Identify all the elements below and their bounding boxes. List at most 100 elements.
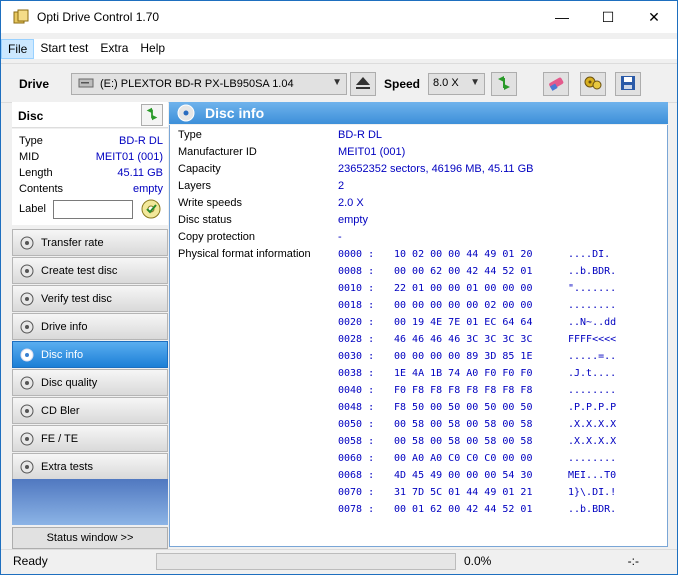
hex-address: 0020 :	[338, 317, 375, 328]
hex-ascii: ..N~..dd	[568, 317, 617, 328]
hex-address: 0030 :	[338, 351, 375, 362]
info-row: Disc status empty	[178, 214, 658, 231]
hex-row: 0068 : 4D 45 49 00 00 00 54 30 MEI...T0	[338, 470, 638, 487]
hex-row: 0078 : 00 01 62 00 42 44 52 01 ..b.BDR.	[338, 504, 638, 521]
hex-ascii: ..b.BDR.	[568, 266, 617, 277]
hex-address: 0058 :	[338, 436, 375, 447]
nav-cd-bler[interactable]: CD Bler	[12, 397, 168, 424]
disc-label-apply-button[interactable]	[140, 199, 162, 221]
disc-info-body: Type BD-R DL Manufacturer ID MEIT01 (001) …	[169, 125, 668, 547]
hex-row: 0060 : 00 A0 A0 C0 C0 C0 00 00........	[338, 453, 638, 470]
chevron-down-icon: ▼	[470, 77, 480, 88]
info-key: Manufacturer ID	[178, 146, 257, 158]
hex-ascii: .P.P.P.P	[568, 402, 617, 413]
window-controls: — ☐ ✕	[539, 1, 677, 33]
disc-icon	[19, 319, 35, 335]
hex-row: 0018 : 00 00 00 00 00 02 00 00........	[338, 300, 638, 317]
close-button[interactable]: ✕	[631, 1, 677, 33]
hex-bytes: 31 7D 5C 01 44 49 01 21	[394, 487, 533, 498]
hex-row: 0028 : 46 46 46 46 3C 3C 3C 3C FFFF<<<<	[338, 334, 638, 351]
info-value: empty	[338, 214, 368, 226]
menu-bar: File Start test Extra Help	[1, 39, 677, 59]
nav-label: Verify test disc	[41, 292, 112, 305]
settings-button[interactable]	[580, 72, 606, 96]
hex-address: 0028 :	[338, 334, 375, 345]
status-text: Ready	[13, 554, 48, 568]
info-key: Capacity	[178, 163, 221, 175]
menu-start-test[interactable]: Start test	[34, 39, 94, 59]
nav-verify-test-disc[interactable]: Verify test disc	[12, 285, 168, 312]
title-bar[interactable]: Opti Drive Control 1.70 — ☐ ✕	[1, 1, 677, 33]
hex-address: 0078 :	[338, 504, 375, 515]
menu-file[interactable]: File	[1, 39, 35, 59]
nav-fe-te[interactable]: FE / TE	[12, 425, 168, 452]
drive-label: Drive	[19, 77, 50, 91]
hex-ascii: MEI...T0	[568, 470, 617, 481]
hex-bytes: 00 58 00 58 00 58 00 58	[394, 436, 533, 447]
disc-label-input[interactable]	[53, 200, 133, 219]
hex-bytes: 00 58 00 58 00 58 00 58	[394, 419, 533, 430]
app-title: Opti Drive Control 1.70	[37, 10, 160, 24]
menu-help[interactable]: Help	[134, 39, 171, 59]
hex-row: 0008 : 00 00 62 00 42 44 52 01 ..b.BDR.	[338, 266, 638, 283]
info-key: Write speeds	[178, 197, 242, 209]
disc-check-icon	[141, 199, 161, 222]
app-window: Opti Drive Control 1.70 — ☐ ✕ File Start…	[0, 0, 678, 575]
refresh-speed-button[interactable]	[491, 72, 517, 96]
nav-label: CD Bler	[41, 404, 80, 417]
hex-address: 0040 :	[338, 385, 375, 396]
hex-row: 0070 : 31 7D 5C 01 44 49 01 21 1}\.DI.!	[338, 487, 638, 504]
disc-icon	[19, 431, 35, 447]
hex-address: 0000 :	[338, 249, 375, 260]
erase-button[interactable]	[543, 72, 569, 96]
disc-icon	[19, 347, 35, 363]
disc-refresh-button[interactable]	[141, 104, 163, 126]
info-key: Layers	[178, 180, 212, 192]
speed-label: Speed	[384, 77, 421, 91]
refresh-arrows-icon	[144, 106, 160, 125]
toolbar: Drive (E:) PLEXTOR BD-R PX-LB950SA 1.04 …	[1, 63, 677, 103]
prop-value: MEIT01 (001)	[95, 151, 163, 163]
app-disc-icon	[13, 9, 29, 25]
status-window-button[interactable]: Status window >>	[12, 527, 168, 549]
hex-ascii: 1}\.DI.!	[568, 487, 617, 498]
hex-bytes: 1E 4A 1B 74 A0 F0 F0 F0	[394, 368, 533, 379]
nav-disc-quality[interactable]: Disc quality	[12, 369, 168, 396]
hex-row: 0020 : 00 19 4E 7E 01 EC 64 64 ..N~..dd	[338, 317, 638, 334]
save-button[interactable]	[615, 72, 641, 96]
disc-panel-header: Disc	[12, 102, 168, 128]
prop-value: 45.11 GB	[117, 167, 163, 179]
drive-select[interactable]: (E:) PLEXTOR BD-R PX-LB950SA 1.04 ▼	[71, 73, 347, 95]
disc-prop-length: Length 45.11 GB	[19, 167, 163, 183]
nav-drive-info[interactable]: Drive info	[12, 313, 168, 340]
prop-key: MID	[19, 151, 40, 163]
eject-button[interactable]	[350, 72, 376, 96]
info-row: Manufacturer ID MEIT01 (001)	[178, 146, 658, 163]
disc-info-icon	[177, 104, 195, 122]
info-value: 2	[338, 180, 345, 192]
hex-ascii: ........	[568, 385, 617, 396]
hex-bytes: 22 01 00 00 01 00 00 00	[394, 283, 533, 294]
speed-select[interactable]: 8.0 X ▼	[428, 73, 485, 95]
info-value: BD-R DL	[338, 129, 383, 141]
prop-key: Type	[19, 135, 43, 147]
menu-extra[interactable]: Extra	[94, 39, 134, 59]
info-key: Copy protection	[178, 231, 256, 243]
minimize-button[interactable]: —	[539, 1, 585, 33]
nav-create-test-disc[interactable]: Create test disc	[12, 257, 168, 284]
disc-icon	[19, 263, 35, 279]
info-row: Capacity 23652352 sectors, 46196 MB, 45.1…	[178, 163, 658, 180]
prop-key: Length	[19, 167, 53, 179]
nav-disc-info[interactable]: Disc info	[12, 341, 168, 368]
disc-prop-contents: Contents empty	[19, 183, 163, 199]
maximize-button[interactable]: ☐	[585, 1, 631, 33]
hex-bytes: 00 00 00 00 89 3D 85 1E	[394, 351, 533, 362]
hex-address: 0050 :	[338, 419, 375, 430]
progress-bar	[156, 553, 456, 570]
disc-icon	[19, 235, 35, 251]
nav-transfer-rate[interactable]: Transfer rate	[12, 229, 168, 256]
hex-ascii: .X.X.X.X	[568, 419, 617, 430]
hex-row: 0000 : 10 02 00 00 44 49 01 20 ....DI.	[338, 249, 638, 266]
hex-address: 0038 :	[338, 368, 375, 379]
nav-extra-tests[interactable]: Extra tests	[12, 453, 168, 480]
